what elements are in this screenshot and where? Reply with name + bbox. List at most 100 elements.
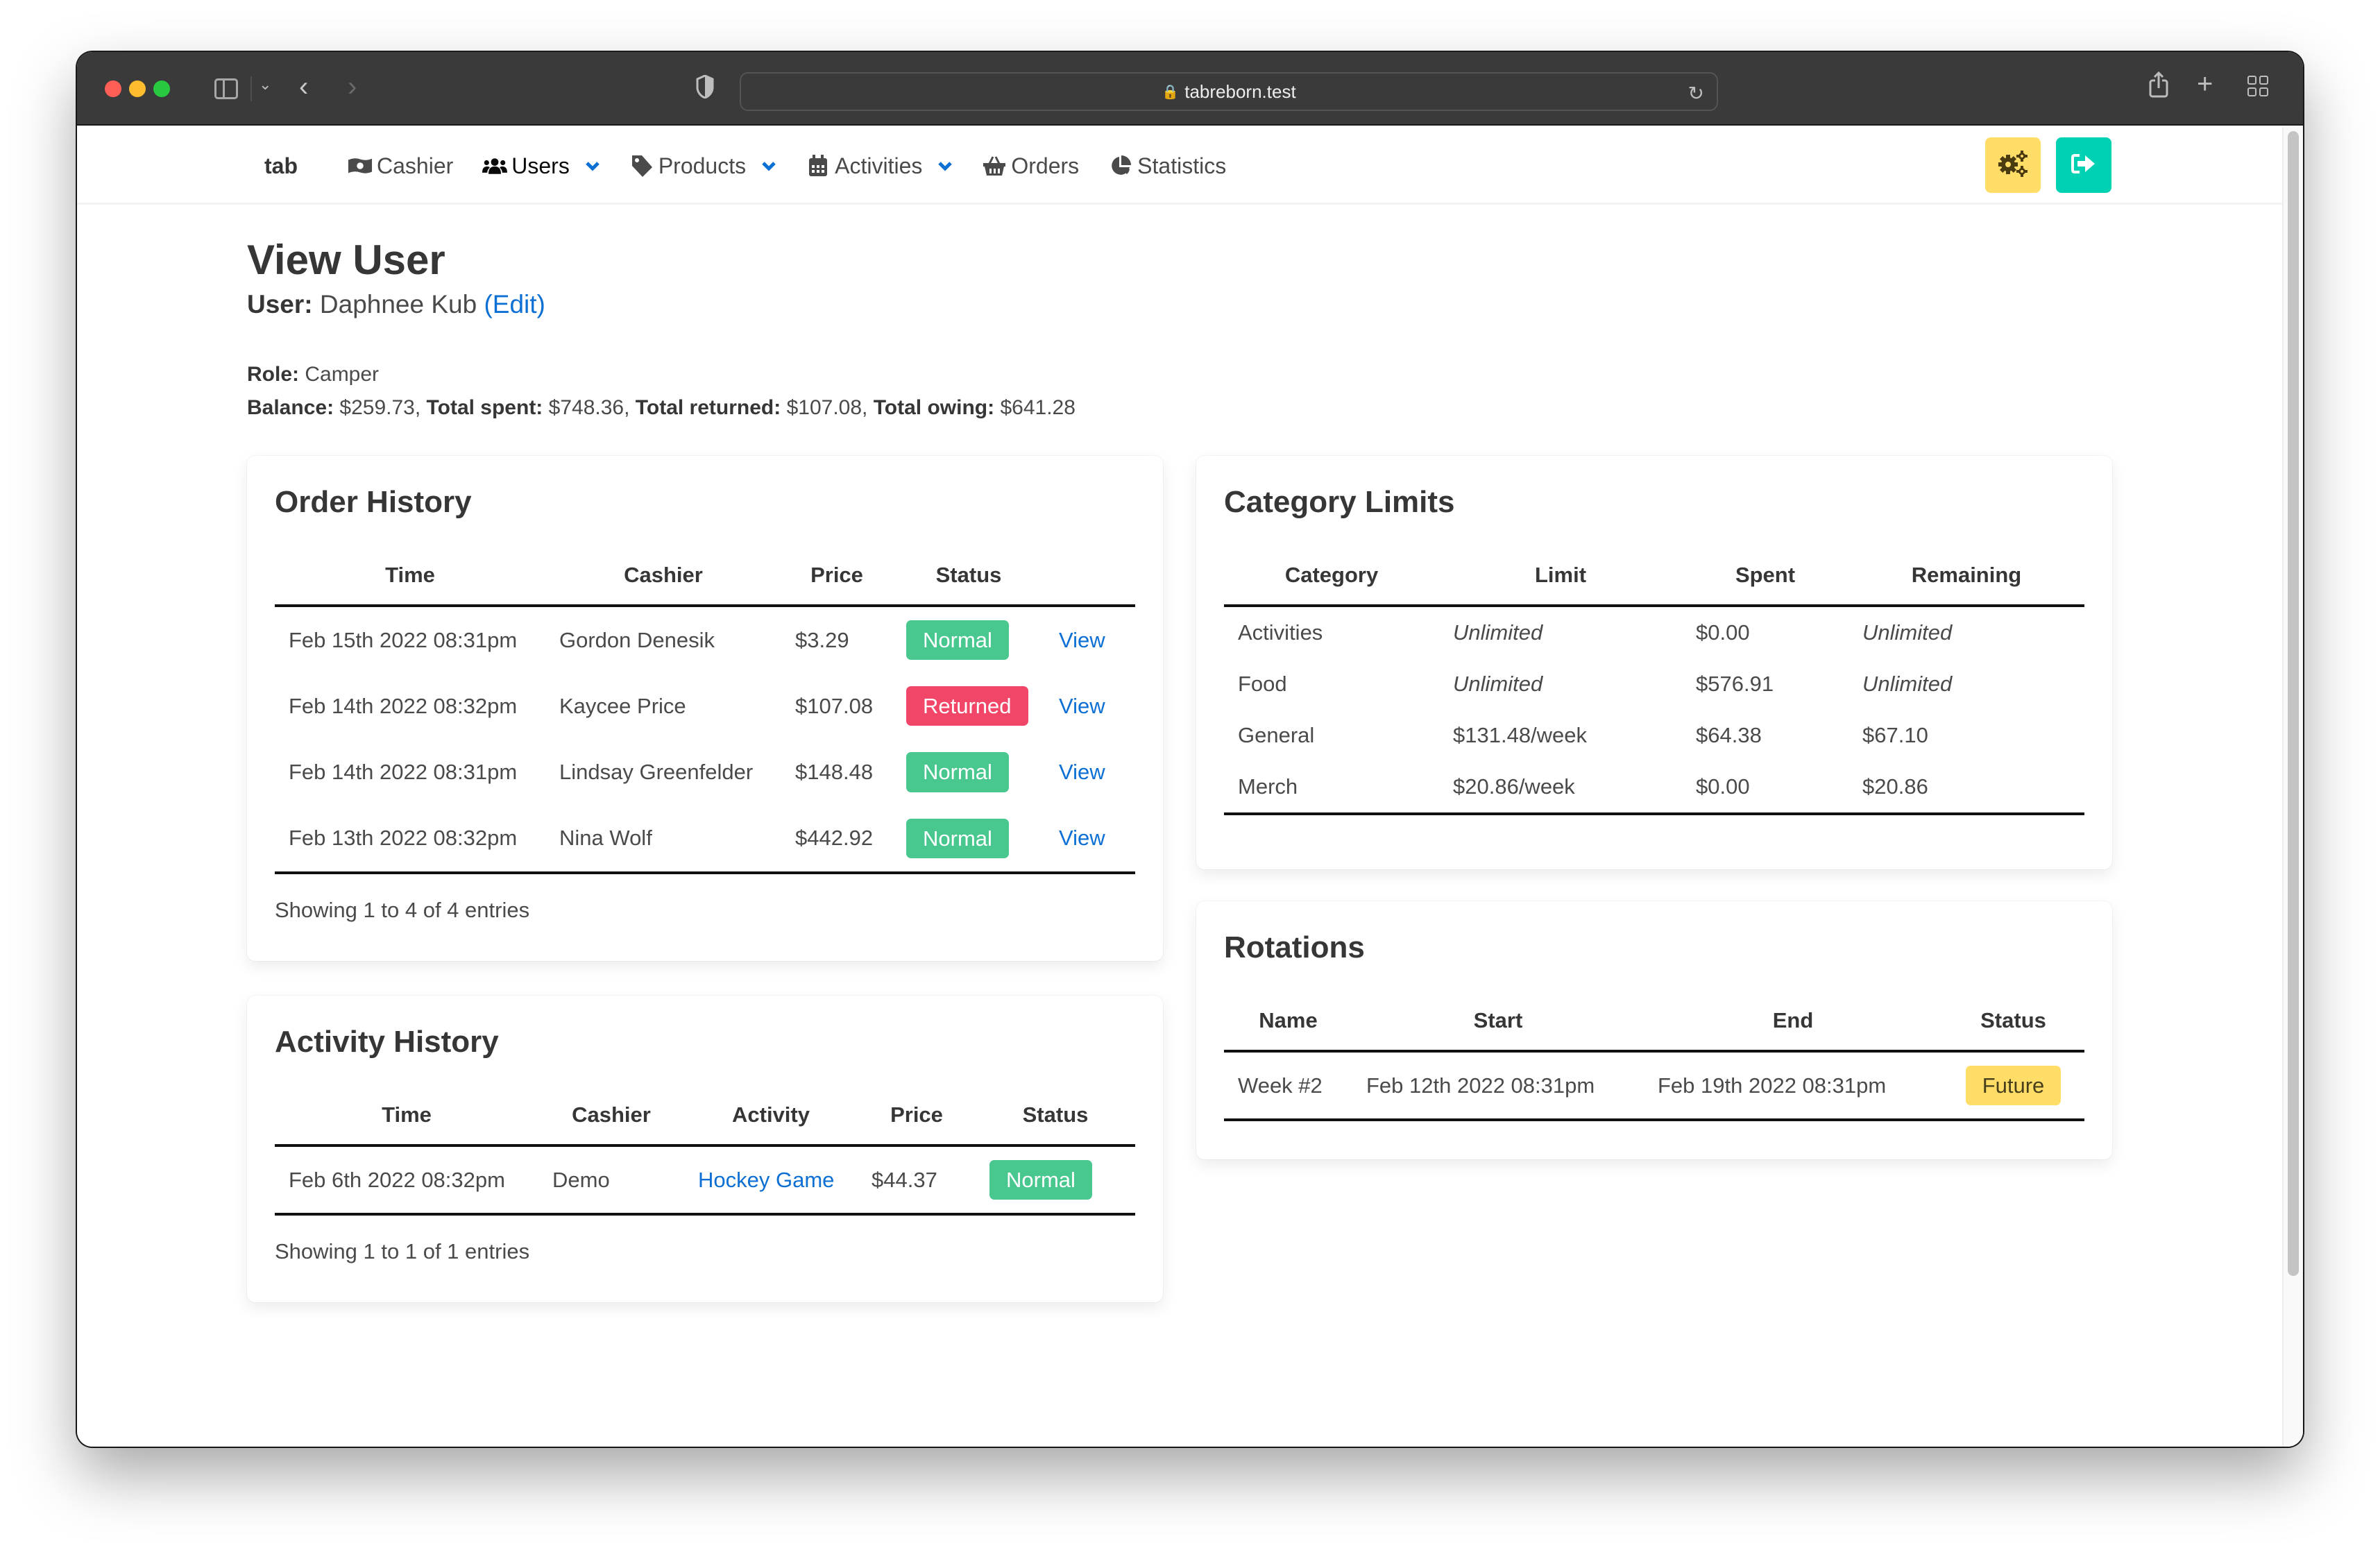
close-window-button[interactable] — [105, 80, 121, 97]
category-limits-table: Category Limit Spent Remaining Activitie… — [1224, 554, 2084, 815]
rotation-name: Week #2 — [1224, 1051, 1352, 1122]
main-navbar: tab Cashier Users Products Activities Or… — [77, 127, 2282, 205]
role-label: Role: — [247, 363, 299, 386]
activity-status-cell: Normal — [976, 1146, 1135, 1216]
category-limit: $20.86/week — [1439, 761, 1682, 815]
activity-time: Feb 6th 2022 08:32pm — [275, 1146, 538, 1216]
sidebar-toggle-icon[interactable] — [214, 78, 238, 99]
logout-button[interactable] — [2056, 137, 2111, 193]
column-header[interactable]: Status — [892, 554, 1045, 607]
table-header-row: Category Limit Spent Remaining — [1224, 554, 2084, 607]
forward-icon[interactable]: › — [348, 73, 357, 101]
rotation-row: Week #2 Feb 12th 2022 08:31pm Feb 19th 202… — [1224, 1051, 2084, 1122]
nav-item-users[interactable]: Users — [482, 153, 600, 179]
column-header[interactable]: Activity — [684, 1094, 858, 1147]
order-status-cell: Normal — [892, 606, 1045, 673]
total-returned-value: $107.08, — [786, 396, 868, 419]
rotation-end: Feb 19th 2022 08:31pm — [1644, 1051, 1942, 1122]
status-badge: Normal — [906, 752, 1009, 792]
page-title: View User — [247, 237, 445, 283]
category-limit-row: General $131.48/week $64.38 $67.10 — [1224, 710, 2084, 761]
user-label: User: — [247, 290, 313, 318]
total-spent-label: Total spent: — [426, 396, 543, 419]
edit-user-link[interactable]: (Edit) — [484, 290, 545, 318]
status-badge: Future — [1965, 1066, 2062, 1106]
back-icon[interactable]: ‹ — [299, 73, 308, 101]
balance-info: Balance: $259.73, Total spent: $748.36, … — [247, 396, 1076, 420]
share-icon[interactable] — [2148, 71, 2169, 102]
column-header: Name — [1224, 1000, 1352, 1053]
url-text: tabreborn.test — [1184, 80, 1296, 102]
column-header: Start — [1352, 1000, 1644, 1053]
total-spent-value: $748.36, — [548, 396, 630, 419]
reload-icon[interactable]: ↻ — [1688, 82, 1704, 105]
column-header[interactable]: Time — [275, 554, 545, 607]
sign-out-icon — [2071, 153, 2096, 178]
view-order-link[interactable]: View — [1059, 694, 1105, 718]
nav-item-products[interactable]: Products — [629, 153, 776, 179]
order-action-cell: View — [1045, 606, 1135, 673]
category-remaining: Unlimited — [1862, 620, 1953, 645]
column-header[interactable]: Time — [275, 1094, 538, 1147]
settings-button[interactable] — [1985, 137, 2041, 193]
category-limit: Unlimited — [1453, 672, 1543, 696]
activity-link[interactable]: Hockey Game — [698, 1168, 834, 1192]
category-limit: Unlimited — [1453, 620, 1543, 645]
scrollbar[interactable] — [2282, 127, 2303, 1447]
column-header: Limit — [1439, 554, 1682, 607]
nav-item-activities[interactable]: Activities — [806, 153, 953, 179]
column-header[interactable]: Price — [781, 554, 892, 607]
view-order-link[interactable]: View — [1059, 628, 1105, 652]
nav-label: Products — [658, 153, 747, 178]
minimize-window-button[interactable] — [129, 80, 146, 97]
column-header[interactable]: Cashier — [545, 554, 781, 607]
order-price: $148.48 — [795, 759, 874, 784]
category-spent: $0.00 — [1682, 761, 1848, 815]
scrollbar-thumb[interactable] — [2288, 131, 2299, 1276]
order-status-cell: Normal — [892, 739, 1045, 805]
column-header[interactable]: Price — [858, 1094, 976, 1147]
balance-label: Balance: — [247, 396, 334, 419]
rotations-card: Rotations Name Start End Status Week #2 F… — [1196, 901, 2112, 1159]
nav-item-cashier[interactable]: Cashier — [348, 153, 453, 179]
privacy-shield-icon[interactable] — [696, 74, 714, 99]
chevron-down-icon[interactable]: ⌄ — [259, 77, 271, 92]
status-badge: Normal — [989, 1160, 1092, 1200]
new-tab-icon[interactable]: + — [2197, 70, 2213, 98]
activity-row: Feb 6th 2022 08:32pm Demo Hockey Game $44.3… — [275, 1146, 1135, 1216]
nav-item-statistics[interactable]: Statistics — [1108, 153, 1226, 179]
activity-price: $44.37 — [858, 1146, 976, 1216]
rotation-status-cell: Future — [1942, 1051, 2084, 1122]
category-limit-row: Food Unlimited $576.91 Unlimited — [1224, 658, 2084, 710]
nav-item-orders[interactable]: Orders — [982, 153, 1079, 179]
order-row: Feb 15th 2022 08:31pm Gordon Denesik $3.29… — [275, 606, 1135, 673]
column-header[interactable]: Cashier — [538, 1094, 684, 1147]
category-spent: $576.91 — [1696, 672, 1774, 696]
view-order-link[interactable]: View — [1059, 826, 1105, 850]
category-remaining: $67.10 — [1862, 723, 1928, 747]
tag-icon — [629, 155, 654, 177]
column-header — [1045, 554, 1135, 607]
tab-overview-icon[interactable] — [2247, 76, 2268, 96]
category-limit-row: Merch $20.86/week $0.00 $20.86 — [1224, 761, 2084, 815]
rotation-start: Feb 12th 2022 08:31pm — [1352, 1051, 1644, 1122]
order-row: Feb 14th 2022 08:31pm Lindsay Greenfelder… — [275, 739, 1135, 805]
order-cashier: Nina Wolf — [545, 805, 781, 874]
user-name: Daphnee Kub — [319, 290, 477, 318]
category-name: General — [1238, 723, 1315, 747]
order-time: Feb 14th 2022 08:32pm — [289, 693, 518, 718]
address-bar[interactable]: 🔒 tabreborn.test ↻ — [740, 72, 1718, 111]
users-icon — [482, 155, 508, 177]
total-returned-label: Total returned: — [635, 396, 781, 419]
nav-label: Cashier — [377, 153, 454, 178]
basket-icon — [982, 155, 1007, 177]
category-name: Food — [1238, 672, 1287, 696]
brand-logo[interactable]: tab — [264, 153, 298, 179]
order-action-cell: View — [1045, 673, 1135, 739]
zoom-window-button[interactable] — [153, 80, 170, 97]
column-header[interactable]: Status — [976, 1094, 1135, 1147]
order-cashier: Kaycee Price — [559, 693, 686, 718]
chevron-down-icon — [585, 158, 600, 173]
activity-history-title: Activity History — [275, 1025, 499, 1059]
view-order-link[interactable]: View — [1059, 760, 1105, 784]
